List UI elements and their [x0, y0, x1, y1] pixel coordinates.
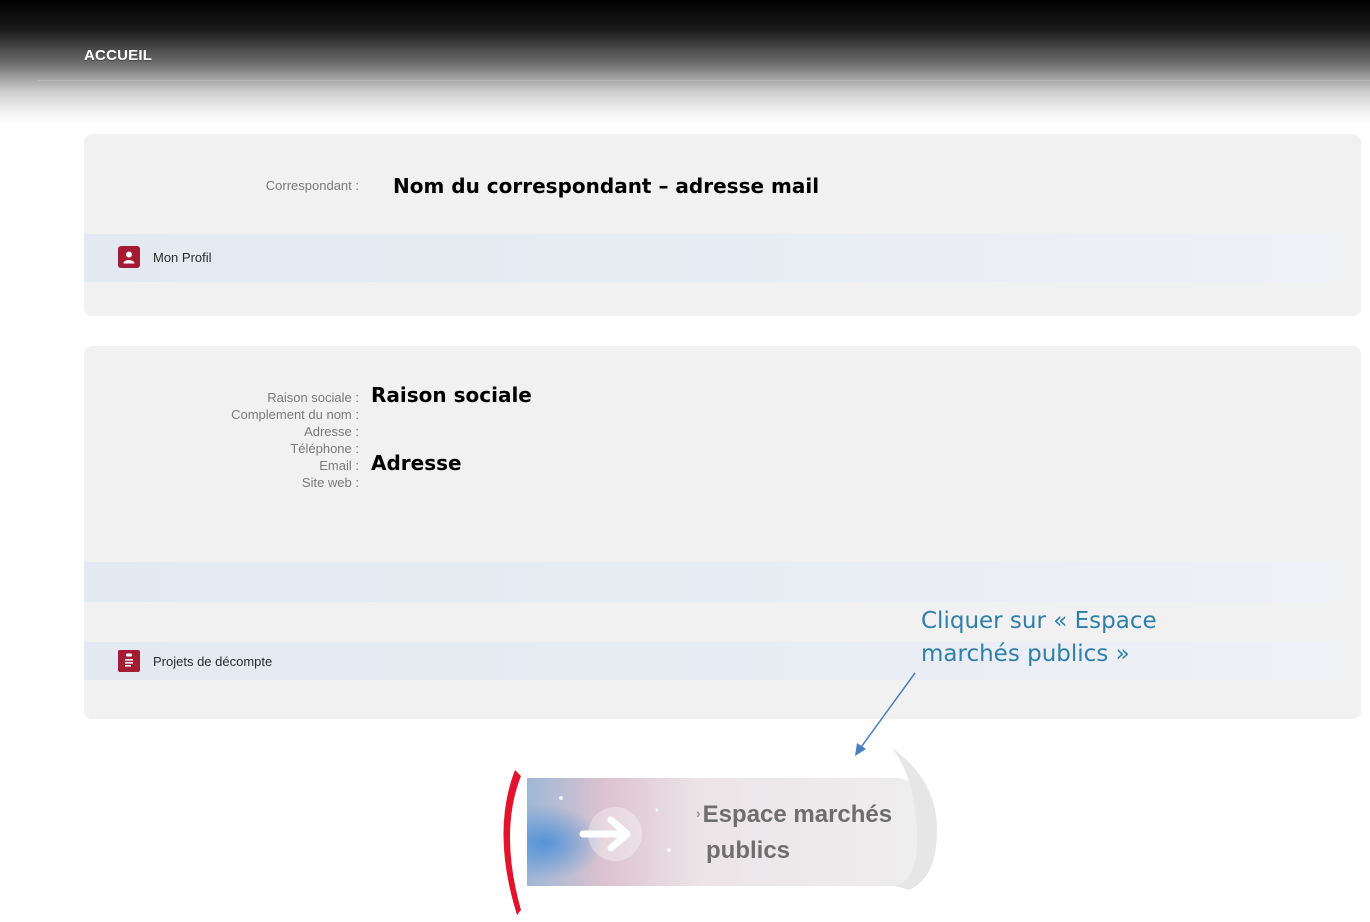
page-title: ACCUEIL: [84, 47, 153, 64]
adresse-label: Adresse :: [304, 424, 359, 439]
profile-row: [84, 234, 1331, 282]
adresse-value: Adresse: [371, 451, 462, 475]
projets-decompte-label: Projets de décompte: [153, 653, 273, 669]
site-web-label: Site web :: [301, 475, 359, 490]
telephone-label: Téléphone :: [290, 441, 359, 456]
mon-profil-link[interactable]: Mon Profil: [118, 246, 212, 268]
raison-sociale-label: Raison sociale :: [267, 390, 359, 405]
mon-profil-label: Mon Profil: [153, 249, 212, 265]
complement-nom-label: Complement du nom :: [231, 407, 359, 422]
clipboard-icon: [118, 650, 140, 672]
page: ACCUEIL Correspondant : Nom du correspon…: [0, 0, 1370, 922]
instruction-annotation: Cliquer sur « Espace marchés publics »: [921, 605, 1221, 671]
marches-label-line-2: publics: [706, 837, 791, 864]
annotation-line-2: marchés publics »: [921, 641, 1130, 667]
correspondant-value: Nom du correspondant – adresse mail: [393, 174, 820, 198]
header-divider: [38, 80, 1370, 81]
correspondant-label: Correspondant :: [265, 178, 359, 193]
top-header-bar: ACCUEIL: [0, 0, 1370, 125]
raison-sociale-value: Raison sociale: [371, 383, 532, 407]
arrow-bullet-icon: ›: [696, 805, 701, 821]
annotation-line-1: Cliquer sur « Espace: [921, 608, 1157, 634]
marches-label-line-1: Espace marchés: [702, 801, 893, 828]
empty-row: [84, 562, 1331, 602]
user-icon: [118, 246, 140, 268]
email-label: Email :: [319, 458, 359, 473]
espace-marches-publics-button[interactable]: ›Espace marchés publics: [497, 740, 947, 915]
marches-button-label: ›Espace marchés publics: [696, 798, 926, 867]
correspondant-panel: Correspondant : Nom du correspondant – a…: [84, 134, 1361, 316]
projets-decompte-link[interactable]: Projets de décompte: [118, 650, 272, 672]
